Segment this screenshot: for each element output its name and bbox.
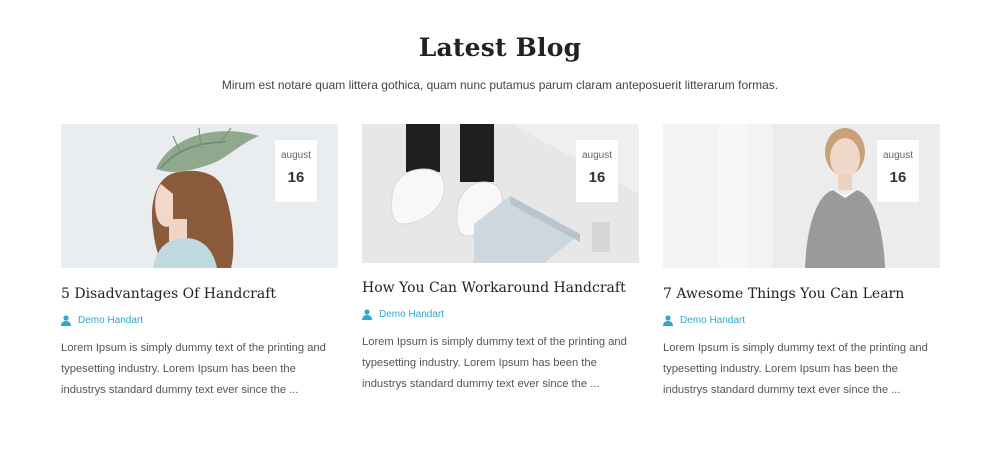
user-icon	[362, 308, 372, 320]
date-badge: august 16	[275, 140, 317, 202]
post-excerpt: Lorem Ipsum is simply dummy text of the …	[362, 336, 627, 390]
post-image[interactable]: august 16	[663, 124, 940, 268]
blog-card: august 16 7 Awesome Things You Can Learn…	[663, 124, 940, 412]
post-excerpt: Lorem Ipsum is simply dummy text of the …	[61, 342, 326, 396]
date-badge: august 16	[576, 140, 618, 202]
author-name: Demo Handart	[78, 314, 144, 326]
date-badge: august 16	[877, 140, 919, 202]
date-day: 16	[889, 169, 907, 186]
date-day: 16	[287, 169, 305, 186]
author-name: Demo Handart	[379, 308, 445, 320]
date-month: august	[882, 150, 914, 161]
date-month: august	[581, 150, 613, 161]
post-image[interactable]: august 16	[61, 124, 338, 268]
post-title[interactable]: 7 Awesome Things You Can Learn	[663, 286, 940, 302]
blog-card: august 16 5 Disadvantages Of Handcraft D…	[61, 124, 338, 412]
post-author[interactable]: Demo Handart	[61, 312, 338, 328]
post-title[interactable]: How You Can Workaround Handcraft	[362, 280, 639, 296]
blog-card: august 16 How You Can Workaround Handcra…	[362, 124, 639, 406]
date-day: 16	[588, 169, 606, 186]
post-author[interactable]: Demo Handart	[663, 312, 940, 328]
date-month: august	[280, 150, 312, 161]
post-excerpt: Lorem Ipsum is simply dummy text of the …	[663, 342, 928, 396]
section-subtitle: Mirum est notare quam littera gothica, q…	[221, 78, 779, 92]
post-author[interactable]: Demo Handart	[362, 306, 639, 322]
post-title[interactable]: 5 Disadvantages Of Handcraft	[61, 286, 338, 302]
author-name: Demo Handart	[680, 314, 746, 326]
user-icon	[663, 314, 673, 326]
user-icon	[61, 314, 71, 326]
post-image[interactable]: august 16	[362, 124, 639, 263]
section-title: Latest Blog	[418, 32, 582, 62]
